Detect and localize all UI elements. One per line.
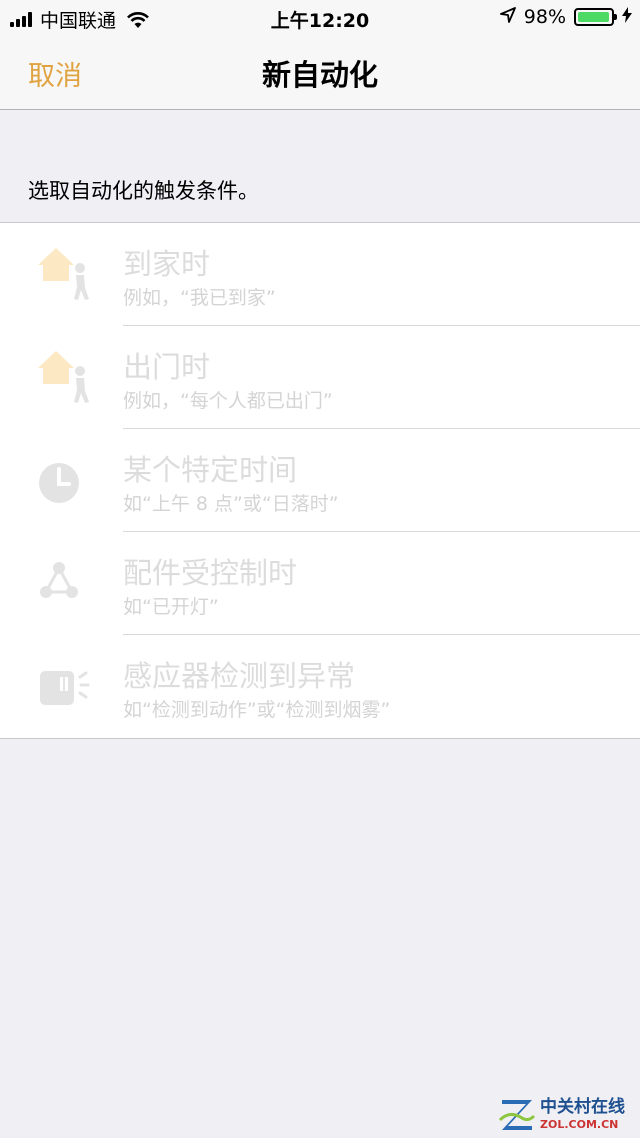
house-person-icon: [34, 346, 96, 410]
trigger-title: 感应器检测到异常: [123, 659, 356, 693]
trigger-subtitle: 如“检测到动作”或“检测到烟雾”: [123, 699, 391, 721]
accessory-network-icon: [34, 552, 96, 616]
trigger-subtitle: 例如，“每个人都已出门”: [123, 390, 333, 412]
clock-icon: [34, 449, 96, 513]
trigger-title: 出门时: [123, 350, 211, 384]
battery-percent: 98%: [523, 6, 566, 28]
watermark-en: ZOL.COM.CN: [540, 1117, 619, 1131]
trigger-title: 某个特定时间: [123, 453, 298, 487]
trigger-sensor-detects[interactable]: 感应器检测到异常 如“检测到动作”或“检测到烟雾”: [0, 635, 640, 738]
sensor-icon: [34, 655, 96, 719]
zol-watermark: 中关村在线 ZOL.COM.CN: [498, 1094, 634, 1134]
trigger-subtitle: 如“上午 8 点”或“日落时”: [123, 493, 339, 515]
house-person-icon: [34, 243, 96, 307]
page-title: 新自动化: [261, 58, 378, 92]
charging-bolt-icon: [622, 6, 632, 28]
trigger-list: 到家时 例如，“我已到家” 出门时 例如，“每个人都已出门” 某个特定时间 如“…: [0, 222, 640, 739]
watermark-cn: 中关村在线: [540, 1096, 625, 1117]
location-arrow-icon: [499, 6, 516, 28]
trigger-arrive-home[interactable]: 到家时 例如，“我已到家”: [0, 223, 640, 326]
navigation-bar: 取消 新自动化: [0, 36, 640, 110]
section-header: 选取自动化的触发条件。: [28, 179, 259, 203]
battery-icon: [574, 8, 617, 26]
status-bar: 中国联通 上午12:20 98%: [0, 0, 640, 36]
trigger-leave-home[interactable]: 出门时 例如，“每个人都已出门”: [0, 326, 640, 429]
trigger-time-of-day[interactable]: 某个特定时间 如“上午 8 点”或“日落时”: [0, 429, 640, 532]
trigger-subtitle: 如“已开灯”: [123, 596, 219, 618]
trigger-accessory-controlled[interactable]: 配件受控制时 如“已开灯”: [0, 532, 640, 635]
zol-logo-icon: [498, 1096, 536, 1132]
trigger-title: 到家时: [123, 247, 211, 281]
trigger-subtitle: 例如，“我已到家”: [123, 287, 276, 309]
trigger-title: 配件受控制时: [123, 556, 298, 590]
